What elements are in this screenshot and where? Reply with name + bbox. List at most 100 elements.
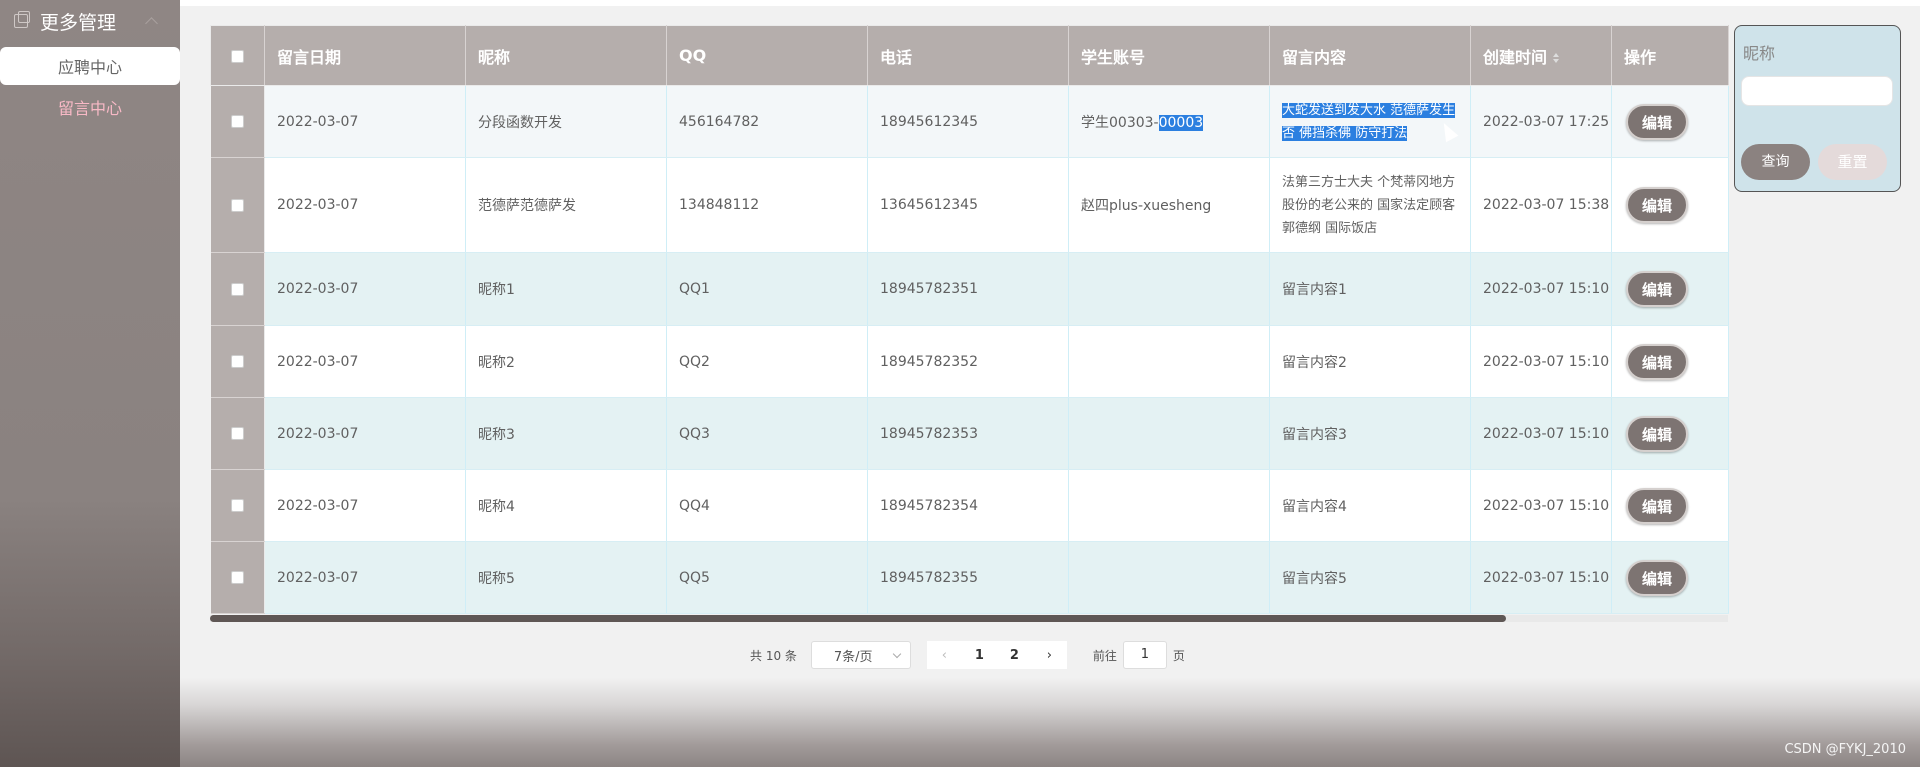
nickname-search-input[interactable] bbox=[1741, 76, 1893, 106]
row-select-cell bbox=[210, 325, 265, 398]
cell-nickname: 昵称3 bbox=[465, 397, 667, 470]
goto-page-input[interactable]: 1 bbox=[1122, 641, 1167, 669]
row-checkbox[interactable] bbox=[230, 115, 244, 128]
cell-account: 赵四plus-xuesheng bbox=[1068, 157, 1270, 253]
cell-date: 2022-03-07 bbox=[264, 541, 466, 614]
cell-action: 编辑 bbox=[1611, 469, 1729, 542]
col-date: 留言日期 bbox=[264, 25, 466, 86]
copy-icon bbox=[14, 11, 30, 28]
prev-page-icon[interactable]: ‹ bbox=[927, 648, 962, 663]
cell-qq: QQ2 bbox=[666, 325, 868, 398]
cell-nickname: 昵称4 bbox=[465, 469, 667, 542]
cell-content: 留言内容2 bbox=[1269, 325, 1471, 398]
page-nav: ‹ 1 2 › bbox=[926, 641, 1067, 669]
row-checkbox[interactable] bbox=[230, 355, 244, 368]
edit-button[interactable]: 编辑 bbox=[1626, 271, 1688, 307]
col-student-account: 学生账号 bbox=[1068, 25, 1270, 86]
cell-phone: 18945612345 bbox=[867, 85, 1069, 158]
cell-created: 2022-03-07 15:38 bbox=[1470, 157, 1612, 253]
cell-content: 留言内容4 bbox=[1269, 469, 1471, 542]
goto-prefix: 前往 bbox=[1092, 648, 1117, 663]
cell-action: 编辑 bbox=[1611, 397, 1729, 470]
horizontal-scrollbar[interactable] bbox=[210, 615, 1728, 622]
edit-button[interactable]: 编辑 bbox=[1626, 415, 1688, 452]
edit-button[interactable]: 编辑 bbox=[1626, 103, 1688, 140]
col-nickname: 昵称 bbox=[465, 25, 667, 86]
pagination-total: 共 10 条 bbox=[750, 648, 797, 663]
chevron-down-icon bbox=[892, 649, 902, 659]
row-checkbox[interactable] bbox=[230, 499, 244, 512]
search-panel: 昵称 查询 重置 bbox=[1734, 25, 1901, 192]
table-row: 2022-03-07 昵称3 QQ3 18945782353 留言内容3 202… bbox=[210, 397, 1729, 470]
sidebar-group-header[interactable]: 更多管理 bbox=[0, 0, 180, 42]
table-row: 2022-03-07 昵称1 QQ1 18945782351 留言内容1 202… bbox=[210, 252, 1729, 326]
row-select-cell bbox=[210, 85, 265, 158]
cell-created: 2022-03-07 15:10 bbox=[1470, 325, 1612, 398]
row-checkbox[interactable] bbox=[230, 282, 244, 296]
cell-date: 2022-03-07 bbox=[264, 325, 466, 398]
cell-created: 2022-03-07 15:10 bbox=[1470, 252, 1612, 326]
next-page-icon[interactable]: › bbox=[1032, 648, 1067, 663]
cell-date: 2022-03-07 bbox=[264, 397, 466, 470]
cell-phone: 18945782354 bbox=[867, 469, 1069, 542]
edit-button[interactable]: 编辑 bbox=[1626, 187, 1688, 223]
cell-created: 2022-03-07 17:25 bbox=[1470, 85, 1612, 158]
cell-content: 留言内容1 bbox=[1269, 252, 1471, 326]
row-select-cell bbox=[210, 157, 265, 253]
pagination: 共 10 条 7条/页 ‹ 1 2 › 前往 1 页 bbox=[750, 641, 1185, 669]
cell-content: 法第三方士大夫 个梵蒂冈地方 股份的老公来的 国家法定顾客 郭德纲 国际饭店 bbox=[1269, 157, 1471, 253]
page-size-select[interactable]: 7条/页 bbox=[810, 641, 911, 669]
table-header-row: 留言日期 昵称 QQ 电话 学生账号 留言内容 创建时间 操作 bbox=[210, 25, 1729, 86]
cell-created: 2022-03-07 15:10 bbox=[1470, 469, 1612, 542]
cell-phone: 18945782355 bbox=[867, 541, 1069, 614]
edit-button[interactable]: 编辑 bbox=[1626, 343, 1688, 380]
cell-action: 编辑 bbox=[1611, 252, 1729, 326]
cell-nickname: 昵称1 bbox=[465, 252, 667, 326]
sidebar-item-recruit-center[interactable]: 应聘中心 bbox=[0, 47, 180, 85]
cell-created: 2022-03-07 15:10 bbox=[1470, 541, 1612, 614]
page-size-value: 7条/页 bbox=[833, 649, 873, 665]
chevron-up-icon[interactable] bbox=[145, 16, 158, 30]
cell-nickname: 范德萨范德萨发 bbox=[465, 157, 667, 253]
select-all-cell bbox=[210, 25, 265, 86]
edit-button[interactable]: 编辑 bbox=[1626, 559, 1688, 596]
cell-qq: 134848112 bbox=[666, 157, 868, 253]
edit-button[interactable]: 编辑 bbox=[1626, 487, 1688, 524]
top-strip bbox=[180, 0, 1920, 6]
cell-qq: QQ1 bbox=[666, 252, 868, 326]
row-checkbox[interactable] bbox=[230, 198, 244, 212]
cell-phone: 13645612345 bbox=[867, 157, 1069, 253]
cell-qq: 456164782 bbox=[666, 85, 868, 158]
page-number[interactable]: 2 bbox=[997, 648, 1032, 663]
message-table: 留言日期 昵称 QQ 电话 学生账号 留言内容 创建时间 操作 2022-03-… bbox=[210, 25, 1729, 623]
cell-qq: QQ5 bbox=[666, 541, 868, 614]
cell-date: 2022-03-07 bbox=[264, 469, 466, 542]
table-row: 2022-03-07 昵称4 QQ4 18945782354 留言内容4 202… bbox=[210, 469, 1729, 542]
cell-nickname: 昵称2 bbox=[465, 325, 667, 398]
sidebar-item-message-center[interactable]: 留言中心 bbox=[0, 88, 180, 126]
row-checkbox[interactable] bbox=[230, 571, 244, 584]
cell-action: 编辑 bbox=[1611, 85, 1729, 158]
col-content: 留言内容 bbox=[1269, 25, 1471, 86]
scrollbar-thumb[interactable] bbox=[210, 615, 1506, 622]
cell-date: 2022-03-07 bbox=[264, 252, 466, 326]
cell-action: 编辑 bbox=[1611, 325, 1729, 398]
reset-button[interactable]: 重置 bbox=[1818, 144, 1887, 180]
sort-icon[interactable] bbox=[1553, 53, 1560, 63]
col-action: 操作 bbox=[1611, 25, 1729, 86]
select-all-checkbox[interactable] bbox=[231, 50, 244, 63]
page-number[interactable]: 1 bbox=[962, 648, 997, 663]
cell-action: 编辑 bbox=[1611, 541, 1729, 614]
sidebar-group-title: 更多管理 bbox=[40, 11, 117, 34]
watermark: CSDN @FYKJ_2010 bbox=[1784, 742, 1906, 757]
row-select-cell bbox=[210, 252, 265, 326]
col-created[interactable]: 创建时间 bbox=[1470, 25, 1612, 86]
cell-date: 2022-03-07 bbox=[264, 157, 466, 253]
row-checkbox[interactable] bbox=[230, 427, 244, 440]
col-qq: QQ bbox=[666, 25, 868, 86]
table-row: 2022-03-07 昵称5 QQ5 18945782355 留言内容5 202… bbox=[210, 541, 1729, 614]
query-button[interactable]: 查询 bbox=[1741, 144, 1810, 180]
cell-account bbox=[1068, 397, 1270, 470]
search-label: 昵称 bbox=[1743, 44, 1776, 63]
cell-date: 2022-03-07 bbox=[264, 85, 466, 158]
